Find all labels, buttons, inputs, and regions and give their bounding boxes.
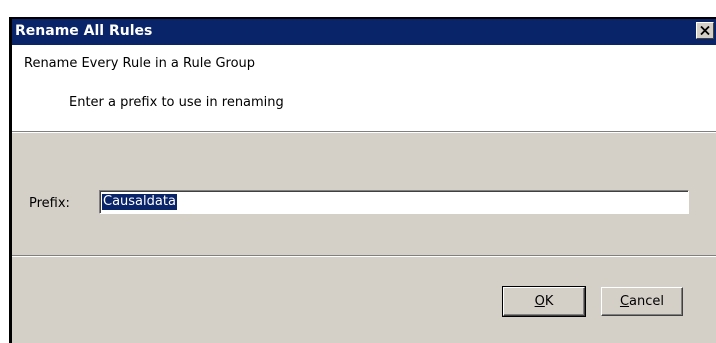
dialog-title: Rename All Rules [15, 23, 153, 39]
rename-dialog: Rename All Rules Rename Every Rule in a … [9, 17, 716, 343]
close-icon [700, 26, 710, 35]
ok-button-accel: O [534, 294, 545, 309]
header-subtitle: Enter a prefix to use in renaming [69, 95, 284, 110]
header-panel: Rename Every Rule in a Rule Group Enter … [12, 45, 716, 131]
footer-divider [12, 255, 716, 257]
ok-button-label: K [544, 294, 554, 309]
title-bar[interactable]: Rename All Rules [12, 19, 716, 45]
close-button[interactable] [696, 22, 714, 39]
cancel-button-accel: C [619, 294, 630, 309]
cancel-button-label: ancel [629, 294, 665, 309]
prefix-input[interactable]: Causaldata [99, 190, 689, 214]
cancel-button[interactable]: Cancel [601, 287, 683, 316]
header-divider [12, 131, 716, 133]
prefix-input-value[interactable]: Causaldata [102, 194, 177, 210]
header-title: Rename Every Rule in a Rule Group [24, 56, 256, 71]
ok-button[interactable]: OK [502, 286, 586, 317]
prefix-label: Prefix: [29, 196, 70, 211]
